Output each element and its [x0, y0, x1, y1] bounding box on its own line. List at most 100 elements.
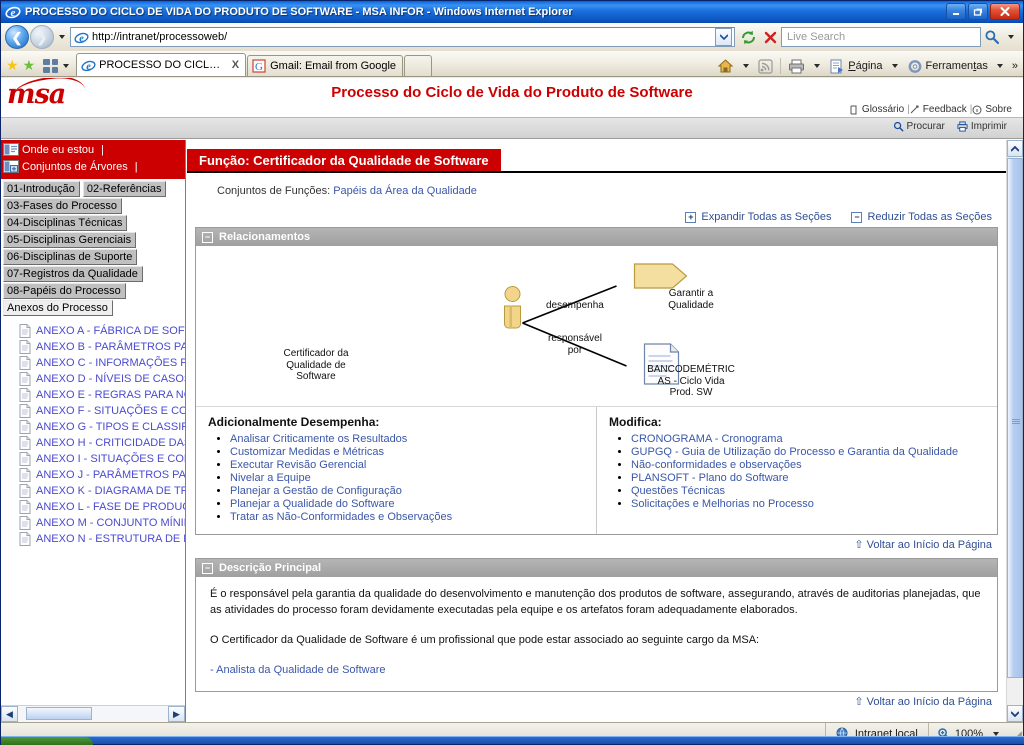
- tree-list-item[interactable]: ANEXO K - DIAGRAMA DE TRÁ: [1, 483, 185, 499]
- restore-button[interactable]: [968, 3, 988, 20]
- list-item[interactable]: Nivelar a Equipe: [230, 472, 586, 484]
- tab-list-dropdown-icon[interactable]: [63, 64, 70, 68]
- list-item-link[interactable]: Tratar as Não-Conformidades e Observaçõe…: [230, 511, 452, 523]
- browser-tab-active[interactable]: e PROCESSO DO CICLO DE... X: [76, 53, 247, 76]
- list-item[interactable]: Não-conformidades e observações: [631, 459, 987, 471]
- home-button[interactable]: [715, 58, 736, 74]
- tree-item-label[interactable]: ANEXO E - REGRAS PARA NC: [36, 389, 185, 401]
- forward-button[interactable]: ❯: [30, 25, 54, 49]
- back-to-top-link[interactable]: ⇧ Voltar ao Início da Página: [854, 538, 992, 551]
- link-glossario[interactable]: Glossário: [862, 104, 904, 115]
- list-item-link[interactable]: Solicitações e Melhorias no Processo: [631, 498, 814, 510]
- scroll-down-button[interactable]: [1007, 705, 1023, 722]
- search-box[interactable]: Live Search: [781, 27, 981, 47]
- scroll-right-button[interactable]: ▶: [168, 706, 185, 722]
- list-item-link[interactable]: Planejar a Gestão de Configuração: [230, 485, 402, 497]
- list-item[interactable]: GUPGQ - Guia de Utilização do Processo e…: [631, 446, 987, 458]
- tree-list-item[interactable]: ANEXO J - PARÂMETROS PAF: [1, 467, 185, 483]
- tree-tab-04-disciplinas-tecnicas[interactable]: 04-Disciplinas Técnicas: [3, 215, 128, 231]
- tree-link-conjuntos-de-arvores[interactable]: Conjuntos de Árvores |: [3, 159, 185, 175]
- search-icon[interactable]: [981, 26, 1003, 48]
- expand-all-button[interactable]: + Expandir Todas as Seções: [685, 211, 831, 223]
- list-item[interactable]: Questões Técnicas: [631, 485, 987, 497]
- list-item[interactable]: Executar Revisão Gerencial: [230, 459, 586, 471]
- list-item[interactable]: Tratar as Não-Conformidades e Observaçõe…: [230, 511, 586, 523]
- list-item-link[interactable]: Nivelar a Equipe: [230, 472, 311, 484]
- tree-tab-07-registros-da-qualidade[interactable]: 07-Registros da Qualidade: [3, 266, 143, 282]
- tree-item-label[interactable]: ANEXO J - PARÂMETROS PAF: [36, 469, 185, 481]
- list-item[interactable]: CRONOGRAMA - Cronograma: [631, 433, 987, 445]
- tree-link-onde-eu-estou[interactable]: Onde eu estou |: [3, 142, 185, 158]
- tree-item-label[interactable]: ANEXO M - CONJUNTO MÍNIM: [36, 517, 185, 529]
- tree-list-item[interactable]: ANEXO G - TIPOS E CLASSIFI: [1, 419, 185, 435]
- tree-horizontal-scrollbar[interactable]: ◀ ▶: [1, 705, 185, 722]
- print-button[interactable]: [786, 59, 807, 74]
- minimize-button[interactable]: [946, 3, 966, 20]
- tree-list-item[interactable]: ANEXO E - REGRAS PARA NC: [1, 387, 185, 403]
- tree-item-label[interactable]: ANEXO G - TIPOS E CLASSIFI: [36, 421, 185, 433]
- scroll-track[interactable]: [18, 706, 168, 722]
- tree-item-label[interactable]: ANEXO K - DIAGRAMA DE TRÁ: [36, 485, 185, 497]
- page-menu-button[interactable]: Página: [827, 59, 884, 74]
- list-item-link[interactable]: Executar Revisão Gerencial: [230, 459, 366, 471]
- page-vertical-scrollbar[interactable]: [1006, 140, 1023, 722]
- scroll-thumb[interactable]: [1007, 158, 1023, 678]
- tree-list-item[interactable]: ANEXO B - PARÂMETROS PAI: [1, 339, 185, 355]
- list-item[interactable]: Planejar a Gestão de Configuração: [230, 485, 586, 497]
- tree-tab-08-papeis-do-processo[interactable]: 08-Papéis do Processo: [3, 283, 126, 299]
- list-item-link[interactable]: Analisar Criticamente os Resultados: [230, 433, 407, 445]
- section-header[interactable]: − Relacionamentos: [196, 228, 997, 246]
- tree-tab-03-fases-do-processo[interactable]: 03-Fases do Processo: [3, 198, 123, 214]
- quick-tabs-button[interactable]: [43, 59, 74, 73]
- list-item-link[interactable]: PLANSOFT - Plano do Software: [631, 472, 789, 484]
- list-item-link[interactable]: GUPGQ - Guia de Utilização do Processo e…: [631, 446, 958, 458]
- tree-list-item[interactable]: ANEXO L - FASE DE PRODUÇ: [1, 499, 185, 515]
- add-to-favorites-icon[interactable]: ★: [23, 58, 36, 72]
- tree-item-label[interactable]: ANEXO L - FASE DE PRODUÇ: [36, 501, 185, 513]
- command-overflow-button[interactable]: »: [1010, 60, 1020, 72]
- tab-close-icon[interactable]: X: [232, 59, 239, 71]
- zoom-dropdown-icon[interactable]: [993, 731, 999, 736]
- related-role-link[interactable]: - Analista da Qualidade de Software: [210, 664, 386, 676]
- tree-item-label[interactable]: ANEXO C - INFORMAÇÕES PÁ: [36, 357, 185, 369]
- section-header[interactable]: − Descrição Principal: [196, 559, 997, 577]
- tools-dropdown-icon[interactable]: [996, 64, 1003, 68]
- tree-item-label[interactable]: ANEXO I - SITUAÇÕES E COM: [36, 453, 185, 465]
- list-item-link[interactable]: CRONOGRAMA - Cronograma: [631, 433, 783, 445]
- search-input[interactable]: Live Search: [784, 31, 978, 43]
- home-dropdown-icon[interactable]: [743, 64, 750, 68]
- tree-list-item[interactable]: ANEXO N - ESTRUTURA DE F: [1, 531, 185, 547]
- tree-link-label[interactable]: Onde eu estou: [22, 144, 94, 156]
- page-dropdown-icon[interactable]: [891, 64, 898, 68]
- search-provider-dropdown-icon[interactable]: [1008, 35, 1014, 39]
- list-item-link[interactable]: Não-conformidades e observações: [631, 459, 802, 471]
- tree-item-label[interactable]: ANEXO A - FÁBRICA DE SOFT: [36, 325, 185, 337]
- list-item-link[interactable]: Planejar a Qualidade do Software: [230, 498, 395, 510]
- tree-list-item[interactable]: ANEXO A - FÁBRICA DE SOFT: [1, 323, 185, 339]
- back-to-top-link[interactable]: ⇧ Voltar ao Início da Página: [854, 695, 992, 708]
- link-sobre[interactable]: Sobre: [985, 104, 1012, 115]
- back-button[interactable]: ❮: [5, 25, 29, 49]
- tree-tab-anexos-do-processo[interactable]: Anexos do Processo: [3, 300, 113, 316]
- scroll-left-button[interactable]: ◀: [1, 706, 18, 722]
- scroll-thumb[interactable]: [26, 707, 92, 720]
- refresh-button[interactable]: [737, 26, 759, 48]
- start-button[interactable]: [1, 737, 93, 745]
- tree-list-item[interactable]: ANEXO M - CONJUNTO MÍNIM: [1, 515, 185, 531]
- list-item[interactable]: Solicitações e Melhorias no Processo: [631, 498, 987, 510]
- tree-item-label[interactable]: ANEXO H - CRITICIDADE DAS: [36, 437, 185, 449]
- tree-item-label[interactable]: ANEXO F - SITUAÇÕES E COI: [36, 405, 185, 417]
- tree-list-item[interactable]: ANEXO H - CRITICIDADE DAS: [1, 435, 185, 451]
- link-feedback[interactable]: Feedback: [923, 104, 967, 115]
- tree-list-item[interactable]: ANEXO C - INFORMAÇÕES PÁ: [1, 355, 185, 371]
- tree-tab-06-disciplinas-de-suporte[interactable]: 06-Disciplinas de Suporte: [3, 249, 138, 265]
- recent-pages-dropdown-icon[interactable]: [59, 35, 65, 39]
- collapse-all-button[interactable]: − Reduzir Todas as Seções: [851, 211, 992, 223]
- list-item[interactable]: PLANSOFT - Plano do Software: [631, 472, 987, 484]
- link-procurar[interactable]: Procurar: [893, 121, 945, 132]
- tree-list-item[interactable]: ANEXO I - SITUAÇÕES E COM: [1, 451, 185, 467]
- link-imprimir[interactable]: Imprimir: [957, 121, 1007, 132]
- print-dropdown-icon[interactable]: [814, 64, 821, 68]
- breadcrumb-link[interactable]: Papéis da Área da Qualidade: [333, 185, 477, 197]
- tree-link-label[interactable]: Conjuntos de Árvores: [22, 161, 128, 173]
